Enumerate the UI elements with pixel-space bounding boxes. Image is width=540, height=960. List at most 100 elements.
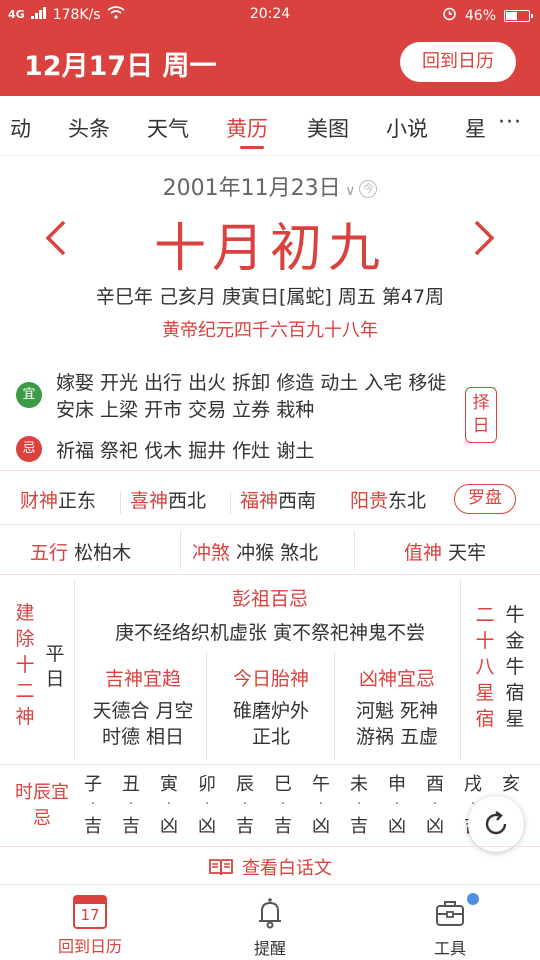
ji-activities: 祈福 祭祀 伐木 掘井 作灶 谢土 [56,440,315,462]
jianchu-label: 建除十二神 [15,602,35,728]
alarm-icon [442,6,457,25]
tab-huangli[interactable]: 黄历 [226,113,268,143]
nav-tools-label: 工具 [433,939,466,958]
pengzu-text: 庚不经络织机虚张 寅不祭祀神鬼不尝 [114,622,426,644]
status-right: 46% [442,6,533,25]
xiongshen-title: 凶神宜忌 [358,668,435,690]
hour-branch: 卯 [198,774,216,795]
tab-tianqi[interactable]: 天气 [147,113,189,143]
ji-icon: 忌 [16,436,42,462]
xiongshen-text: 河魁 死神 游祸 五虚 [334,698,460,750]
xiu-value: 牛金牛宿星 [505,604,525,730]
hour-branch: 未 [350,774,368,795]
jianchu-value: 平日 [45,643,65,690]
hour-item: 午 · 凶 [306,770,336,838]
hour-luck: 凶 [426,816,444,837]
tab-toutiao[interactable]: 头条 [68,113,110,143]
battery-percent: 46% [464,7,496,24]
hour-branch: 亥 [502,774,520,795]
huangdi-era: 黄帝纪元四千六百九十八年 [162,320,378,341]
fushen-value: 西南 [278,490,317,512]
hour-item: 寅 · 凶 [154,770,184,838]
hour-branch: 子 [84,774,102,795]
battery-icon [504,9,533,22]
wuxing: 五行 松柏木 [30,538,131,565]
hour-luck: 吉 [274,816,292,837]
yanggui: 阳贵东北 [350,486,426,513]
app-screen: 4G 178K/s 20:24 46% 12月17日 周一 回到日历 动 头条 … [0,0,540,960]
divider [354,530,355,570]
hour-luck: 吉 [84,816,102,837]
book-icon [208,857,234,882]
next-day-button[interactable] [472,218,498,258]
tab-huodong[interactable]: 动 [10,113,31,143]
divider [230,492,231,514]
view-vernacular-link[interactable]: 查看白话文 [0,854,540,882]
nav-remind[interactable]: 提醒 [220,895,320,959]
chevron-down-icon: ∨ [340,183,356,199]
hour-branch: 酉 [426,774,444,795]
hour-luck: 凶 [312,816,330,837]
back-to-calendar-button[interactable]: 回到日历 [400,42,516,82]
hour-luck: 凶 [388,816,406,837]
active-tab-indicator [240,146,264,149]
tab-meitu[interactable]: 美图 [307,113,349,143]
yanggui-label: 阳贵 [350,490,389,512]
nav-back-to-calendar[interactable]: 17 回到日历 [40,895,140,957]
channel-tabs: 动 头条 天气 黄历 美图 小说 星 ··· [0,96,540,156]
taishen-text: 碓磨炉外 正北 [208,698,334,750]
yi-activities: 嫁娶 开光 出行 出火 拆卸 修造 动土 入宅 移徙 安床 上梁 开市 交易 立… [56,372,447,421]
yanggui-value: 东北 [388,490,427,512]
compass-button[interactable]: 罗盘 [454,484,516,514]
taishen-title: 今日胎神 [232,668,309,690]
lunar-date: 十月初九 [153,219,386,279]
bottom-navigation: 17 回到日历 提醒 工具 [0,884,540,960]
nav-tools[interactable]: 工具 [400,895,500,959]
hour-luck: 吉 [236,816,254,837]
ganzhi-info: 辛巳年 己亥月 庚寅日[属蛇] 周五 第47周 [95,286,445,308]
xishen-label: 喜神 [130,490,169,512]
hour-item: 丑 · 吉 [116,770,146,838]
tab-xingzuo[interactable]: 星 [465,113,486,143]
calendar-icon: 17 [73,895,107,929]
hour-branch: 寅 [160,774,178,795]
more-tabs-icon[interactable]: ··· [498,110,522,135]
hour-branch: 巳 [274,774,292,795]
zhishen-value: 天牢 [448,542,487,564]
hour-item: 申 · 凶 [382,770,412,838]
caishen: 财神正东 [20,486,96,513]
hour-branch: 戌 [464,774,482,795]
xishen: 喜神西北 [130,486,206,513]
page-title: 12月17日 周一 [24,51,217,82]
yi-icon: 宜 [16,382,42,408]
caishen-value: 正东 [58,490,97,512]
hour-branch: 申 [388,774,406,795]
nav-remind-label: 提醒 [253,939,286,958]
jishen-text: 天德合 月空 时德 相日 [80,698,206,750]
divider [180,530,181,570]
fushen-label: 福神 [240,490,279,512]
status-bar: 4G 178K/s 20:24 46% [0,0,540,30]
jishen-line: 时德 相日 [101,726,185,748]
hour-luck: 凶 [160,816,178,837]
title-bar: 12月17日 周一 回到日历 [0,30,540,96]
taishen-line: 正北 [251,726,290,748]
caishen-label: 财神 [20,490,59,512]
divider [460,580,461,760]
divider [206,652,207,760]
refresh-icon [485,811,507,835]
solar-date-picker[interactable]: 2001年11月23日 ∨ 今 [0,170,540,202]
choose-date-button[interactable]: 择日 [465,387,497,443]
restore-today-icon[interactable]: 今 [359,180,378,198]
tab-xiaoshuo[interactable]: 小说 [386,113,428,143]
divider [0,524,540,525]
hour-item: 酉 · 凶 [420,770,450,838]
divider [0,764,540,765]
hour-item: 辰 · 吉 [230,770,260,838]
hour-luck: 吉 [122,816,140,837]
refresh-button[interactable] [468,796,524,852]
xishen-value: 西北 [168,490,207,512]
hour-item: 未 · 吉 [344,770,374,838]
hour-luck: 吉 [350,816,368,837]
fushen: 福神西南 [240,486,316,513]
